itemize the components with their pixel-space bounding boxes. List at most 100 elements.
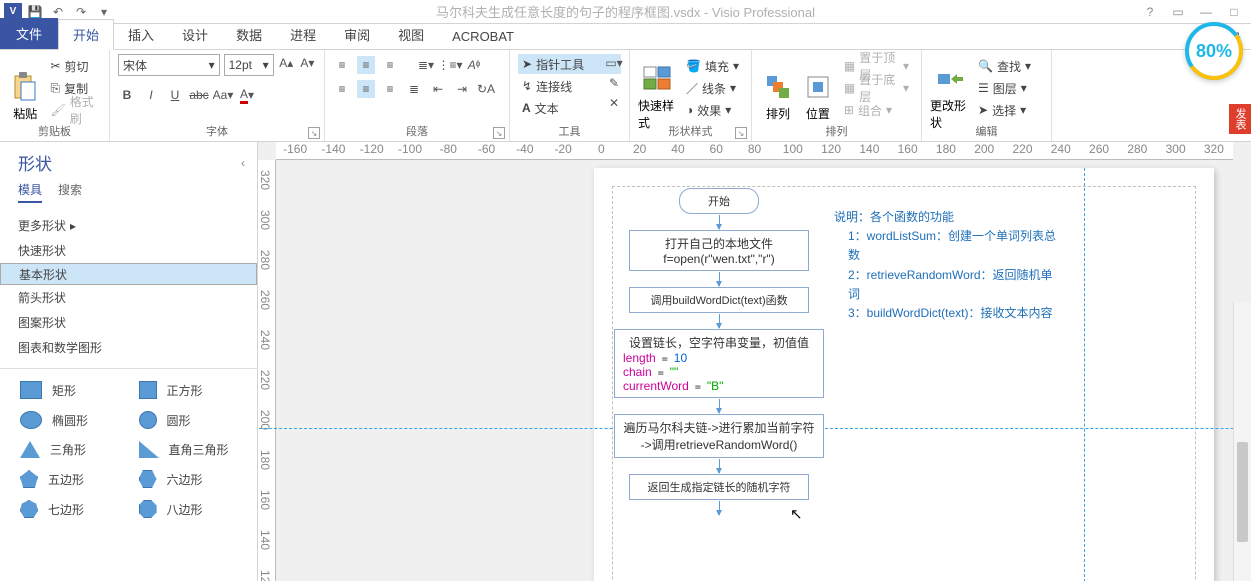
numbering-button[interactable]: ⋮≡▾ — [441, 56, 459, 74]
shape-pentagon[interactable]: 五边形 — [10, 464, 129, 494]
tab-acrobat[interactable]: ACROBAT — [438, 24, 528, 49]
position-icon — [802, 71, 834, 103]
shape-circle[interactable]: 圆形 — [129, 405, 248, 435]
change-shape-button[interactable]: 更改形状 — [930, 54, 970, 139]
tab-review[interactable]: 审阅 — [330, 20, 384, 49]
find-button[interactable]: 🔍查找▾ — [974, 56, 1035, 76]
font-color-button[interactable]: A▾ — [238, 86, 256, 104]
select-button[interactable]: ➤选择▾ — [974, 100, 1035, 120]
tab-home[interactable]: 开始 — [58, 19, 114, 50]
vertical-scrollbar[interactable] — [1233, 302, 1251, 581]
tab-data[interactable]: 数据 — [222, 20, 276, 49]
align-bottom-button[interactable]: ≡ — [381, 56, 399, 74]
strike-button[interactable]: abc — [190, 86, 208, 104]
flow-arrow — [719, 314, 720, 328]
ruler-vertical: 320300280260240220200180160140120 — [258, 160, 276, 581]
shape-octagon[interactable]: 八边形 — [129, 494, 248, 524]
change-shape-icon — [934, 63, 966, 95]
tab-file[interactable]: 文件 — [0, 18, 58, 49]
chart-math-item[interactable]: 图表和数学图形 — [0, 335, 257, 360]
rectangle-tool-button[interactable]: ▭▾ — [605, 54, 623, 72]
tab-search[interactable]: 搜索 — [58, 181, 82, 203]
page[interactable]: 开始 打开自己的本地文件 f=open(r"wen.txt","r") 调用bu… — [594, 168, 1214, 581]
underline-button[interactable]: U — [166, 86, 184, 104]
send-back-button[interactable]: ▦置于底层▾ — [840, 78, 913, 98]
indent-dec-button[interactable]: ⇤ — [429, 80, 447, 98]
more-shapes-item[interactable]: 更多形状▸ — [0, 213, 257, 238]
format-painter-button[interactable]: 🖌格式刷 — [46, 100, 101, 120]
tab-stencil[interactable]: 模具 — [18, 181, 42, 203]
qat-customize-icon[interactable]: ▾ — [94, 3, 114, 21]
node-build-dict[interactable]: 调用buildWordDict(text)函数 — [629, 287, 809, 313]
scrollbar-thumb[interactable] — [1237, 442, 1248, 542]
canvas[interactable]: 开始 打开自己的本地文件 f=open(r"wen.txt","r") 调用bu… — [276, 160, 1233, 581]
ribbon-collapse-icon[interactable]: ▭ — [1165, 2, 1191, 22]
line-button[interactable]: ／线条▾ — [682, 78, 743, 98]
bold-button[interactable]: B — [118, 86, 136, 104]
line-icon: ／ — [686, 80, 698, 97]
basic-shapes-item[interactable]: 基本形状 — [0, 263, 257, 285]
justify-button[interactable]: ≣ — [405, 80, 423, 98]
pattern-shapes-item[interactable]: 图案形状 — [0, 310, 257, 335]
cut-button[interactable]: ✂剪切 — [46, 56, 101, 76]
shape-hexagon[interactable]: 六边形 — [129, 464, 248, 494]
text-icon: A — [522, 101, 531, 115]
group-label: 编辑 — [976, 123, 998, 139]
arrange-button[interactable]: 排列 — [760, 54, 796, 139]
tab-view[interactable]: 视图 — [384, 20, 438, 49]
shrink-font-button[interactable]: A▾ — [299, 54, 316, 72]
indent-inc-button[interactable]: ⇥ — [453, 80, 471, 98]
italic-button[interactable]: I — [142, 86, 160, 104]
node-init-vars[interactable]: 设置链长，空字符串变量，初值值 length = 10 chain = "" c… — [614, 329, 824, 398]
tab-design[interactable]: 设计 — [168, 20, 222, 49]
help-icon[interactable]: ? — [1137, 2, 1163, 22]
align-center-button[interactable]: ≡ — [357, 80, 375, 98]
guide-vertical[interactable] — [1084, 168, 1085, 581]
font-dialog-launcher[interactable]: ↘ — [308, 127, 320, 139]
tab-insert[interactable]: 插入 — [114, 20, 168, 49]
tab-process[interactable]: 进程 — [276, 20, 330, 49]
align-middle-button[interactable]: ≡ — [357, 56, 375, 74]
node-start[interactable]: 开始 — [679, 188, 759, 214]
paragraph-dialog-launcher[interactable]: ↘ — [493, 127, 505, 139]
layers-button[interactable]: ☰图层▾ — [974, 78, 1035, 98]
shape-heptagon[interactable]: 七边形 — [10, 494, 129, 524]
side-red-tab[interactable]: 发表 — [1229, 104, 1251, 134]
minimize-icon[interactable]: — — [1193, 2, 1219, 22]
shape-triangle[interactable]: 三角形 — [10, 435, 129, 464]
clear-format-button[interactable]: Aᶲ — [465, 56, 483, 74]
grow-font-button[interactable]: A▴ — [278, 54, 295, 72]
shape-ellipse[interactable]: 椭圆形 — [10, 405, 129, 435]
bullets-button[interactable]: ≣▾ — [417, 56, 435, 74]
shape-right-triangle[interactable]: 直角三角形 — [129, 435, 248, 464]
shape-square[interactable]: 正方形 — [129, 375, 248, 405]
font-size-select[interactable]: 12pt▾ — [224, 54, 274, 76]
canvas-area[interactable]: -160-140-120-100-80-60-40-20020406080100… — [258, 142, 1251, 581]
shape-rectangle[interactable]: 矩形 — [10, 375, 129, 405]
node-return[interactable]: 返回生成指定链长的随机字符 — [629, 474, 809, 500]
align-left-button[interactable]: ≡ — [333, 80, 351, 98]
arrow-shapes-item[interactable]: 箭头形状 — [0, 285, 257, 310]
group-icon: ⊞ — [844, 103, 854, 117]
font-family-select[interactable]: 宋体▾ — [118, 54, 220, 76]
fill-button[interactable]: 🪣填充▾ — [682, 56, 743, 76]
shapestyle-dialog-launcher[interactable]: ↘ — [735, 127, 747, 139]
qat-redo-icon[interactable]: ↷ — [71, 3, 91, 21]
case-button[interactable]: Aa▾ — [214, 86, 232, 104]
maximize-icon[interactable]: □ — [1221, 2, 1247, 22]
crop-tool-button[interactable]: ✕ — [605, 94, 623, 112]
quick-shapes-item[interactable]: 快速形状 — [0, 238, 257, 263]
effects-icon: ◑ — [686, 103, 693, 117]
node-open-file[interactable]: 打开自己的本地文件 f=open(r"wen.txt","r") — [629, 230, 809, 271]
align-top-button[interactable]: ≡ — [333, 56, 351, 74]
group-button[interactable]: ⊞组合▾ — [840, 100, 913, 120]
code-block: length = 10 chain = "" currentWord = "B" — [623, 351, 815, 393]
collapse-icon[interactable]: ‹ — [241, 156, 245, 170]
node-traverse[interactable]: 遍历马尔科夫链->进行累加当前字符 ->调用retrieveRandomWord… — [614, 414, 824, 458]
rotate-text-button[interactable]: ↻A — [477, 80, 495, 98]
annotation-text[interactable]: 说明：各个函数的功能 1：wordListSum：创建一个单词列表总数 2：re… — [834, 208, 1064, 323]
effects-button[interactable]: ◑效果▾ — [682, 100, 743, 120]
freeform-tool-button[interactable]: ✎ — [605, 74, 623, 92]
paste-label: 粘贴 — [13, 105, 37, 122]
align-right-button[interactable]: ≡ — [381, 80, 399, 98]
